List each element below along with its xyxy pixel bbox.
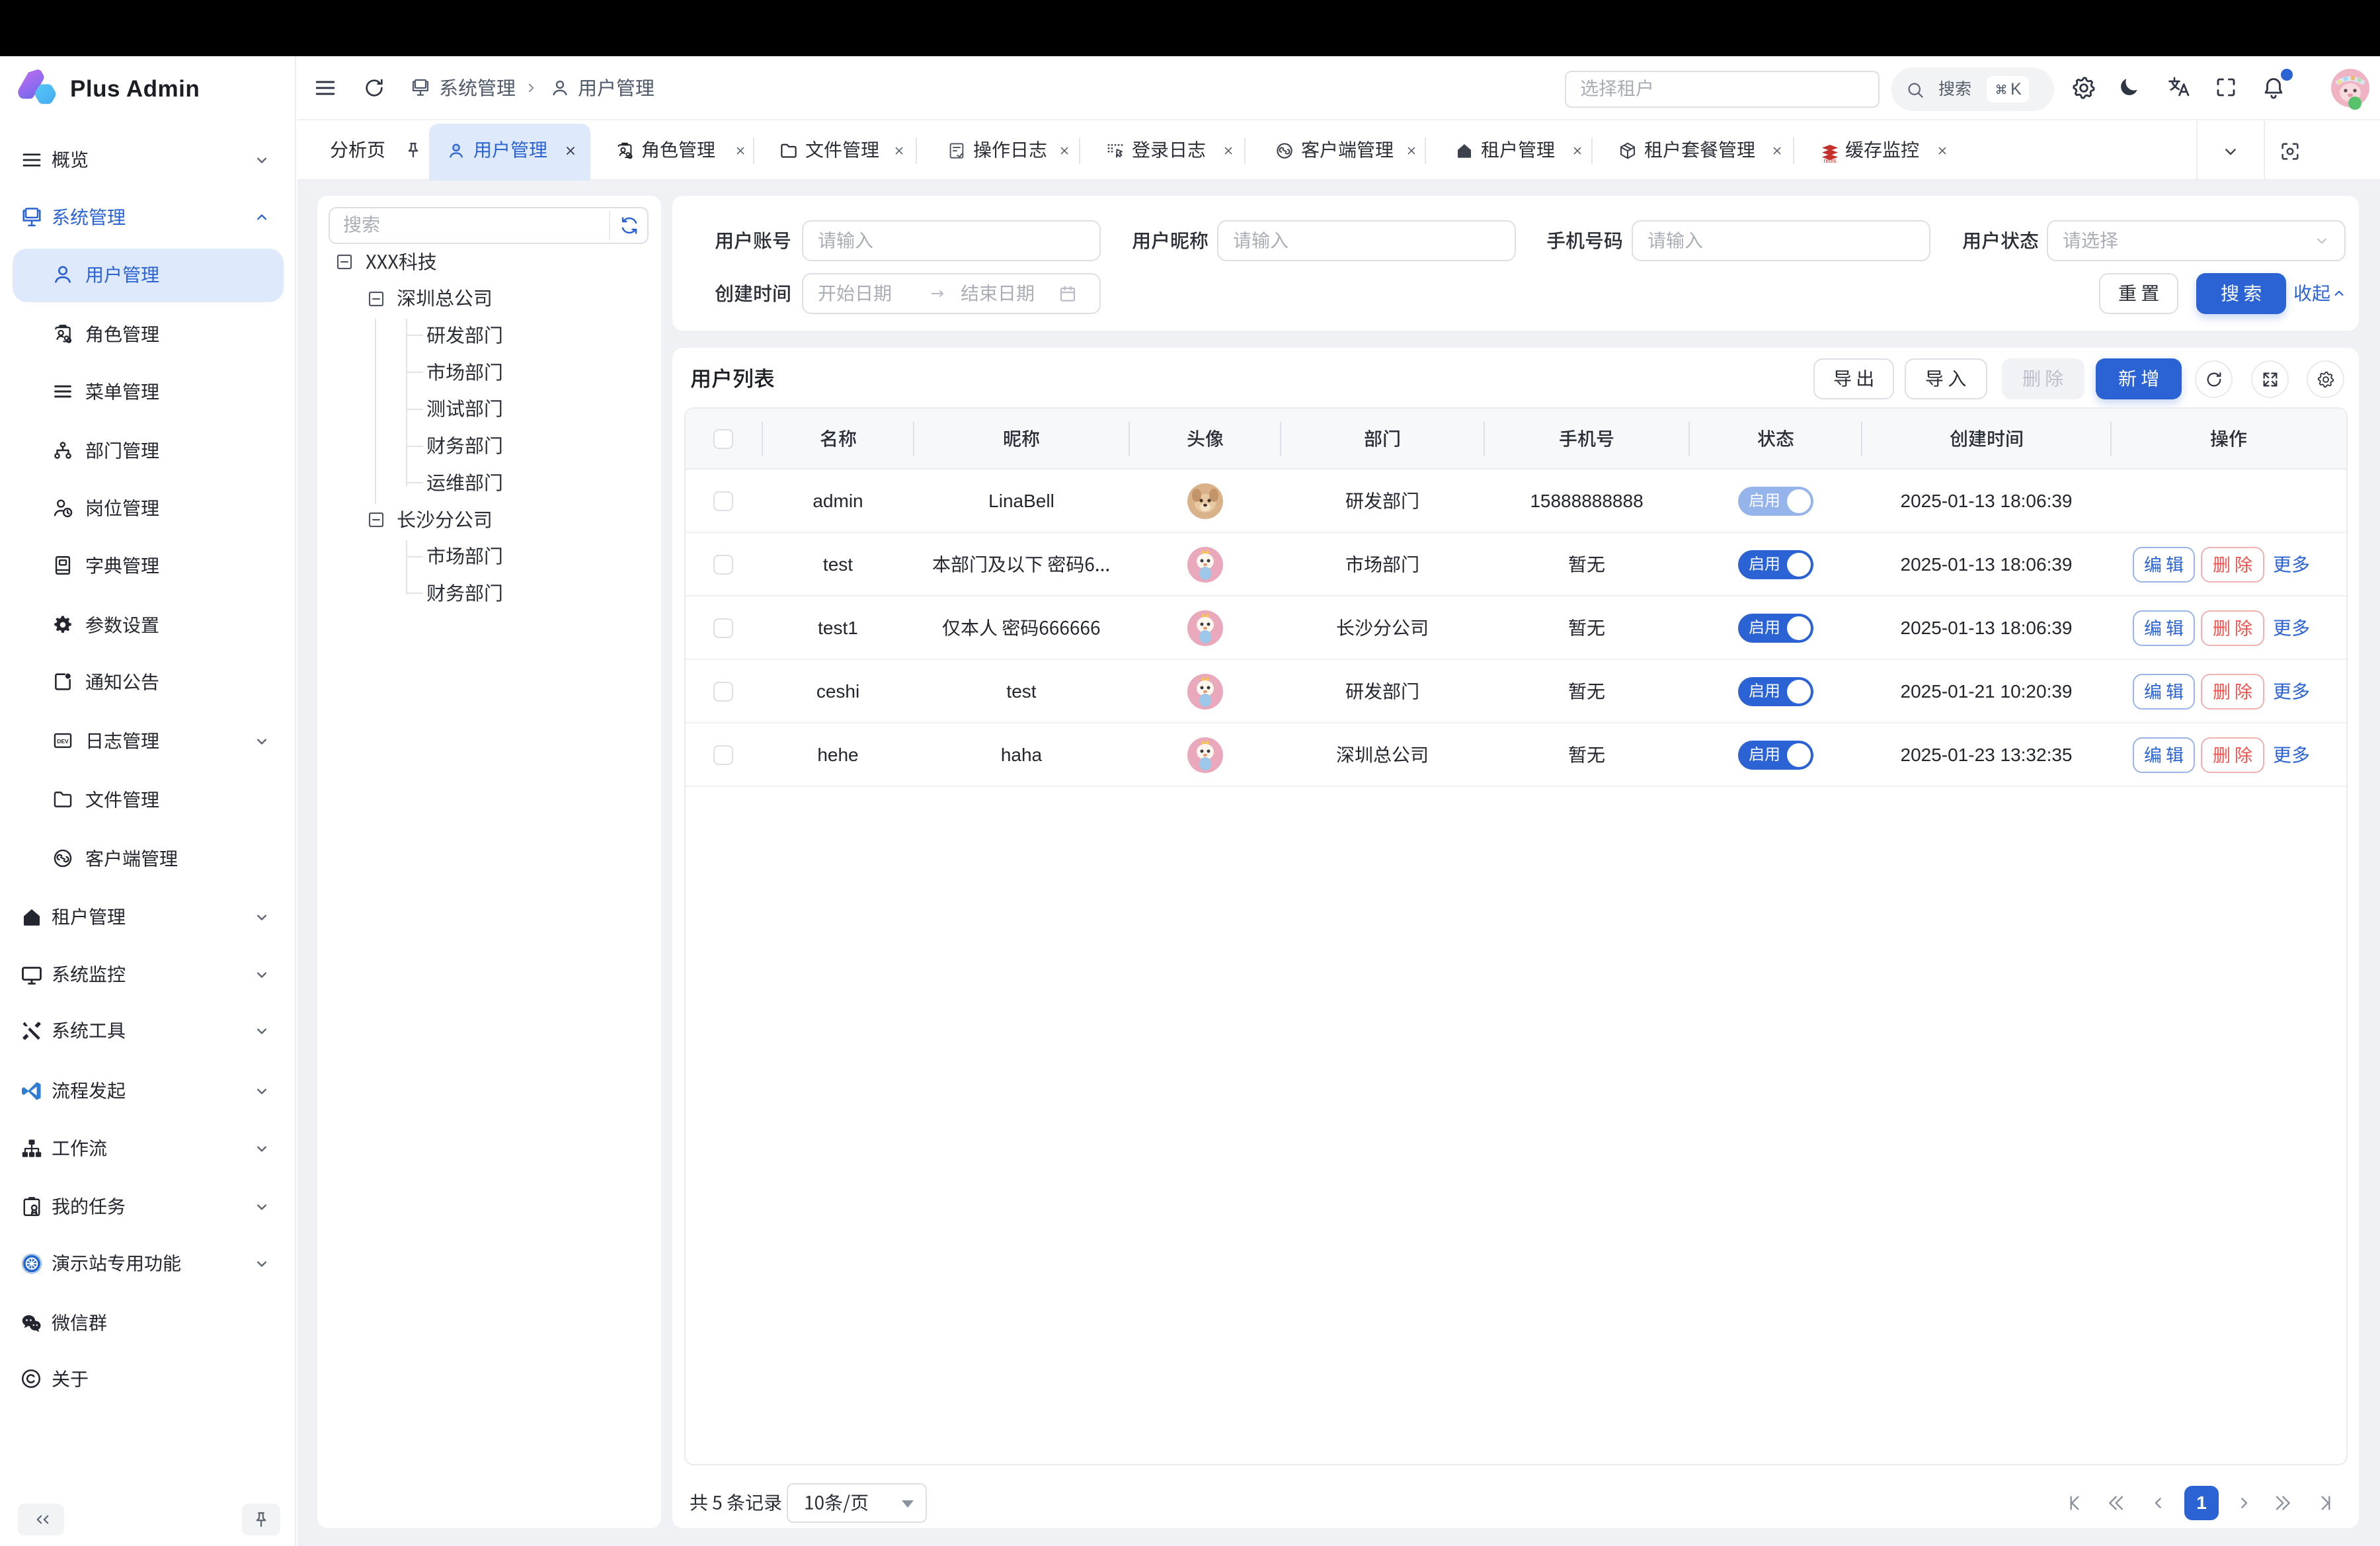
svg-text:DEV: DEV (57, 738, 69, 745)
svg-text:redis: redis (1824, 157, 1837, 163)
